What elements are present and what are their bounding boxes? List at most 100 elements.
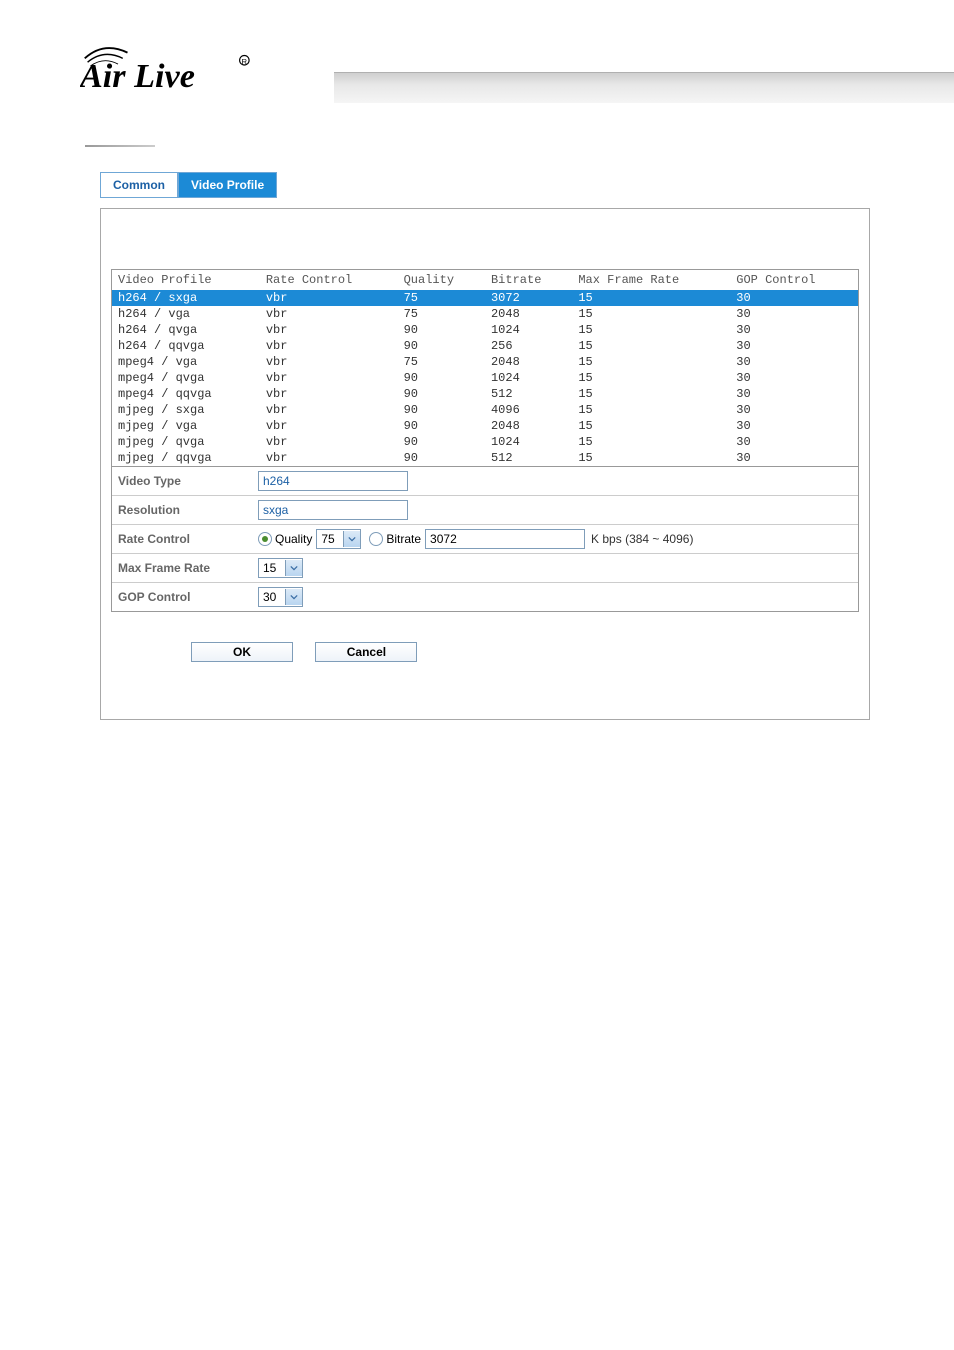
table-row[interactable]: h264 / sxgavbr7530721530 — [112, 290, 858, 306]
table-cell: 90 — [398, 370, 485, 386]
table-row[interactable]: mpeg4 / vgavbr7520481530 — [112, 354, 858, 370]
col-gop: GOP Control — [730, 270, 858, 290]
table-cell: mpeg4 / qqvga — [112, 386, 260, 402]
table-cell: vbr — [260, 290, 398, 306]
table-cell: 30 — [730, 418, 858, 434]
table-row[interactable]: h264 / qqvgavbr902561530 — [112, 338, 858, 354]
table-cell: vbr — [260, 434, 398, 450]
max-frame-label: Max Frame Rate — [118, 561, 258, 575]
quality-select-value: 75 — [317, 532, 343, 546]
table-cell: 2048 — [485, 354, 572, 370]
table-cell: 15 — [572, 290, 730, 306]
table-cell: 30 — [730, 386, 858, 402]
table-cell: 3072 — [485, 290, 572, 306]
table-cell: 90 — [398, 418, 485, 434]
bitrate-input[interactable]: 3072 — [425, 529, 585, 549]
resolution-label: Resolution — [118, 503, 258, 517]
resolution-value: sxga — [258, 500, 408, 520]
table-cell: 30 — [730, 434, 858, 450]
max-frame-select[interactable]: 15 — [258, 558, 303, 578]
cancel-button[interactable]: Cancel — [315, 642, 417, 662]
max-frame-value: 15 — [259, 561, 285, 575]
table-cell: 30 — [730, 354, 858, 370]
table-cell: 2048 — [485, 418, 572, 434]
table-row[interactable]: mjpeg / qqvgavbr905121530 — [112, 450, 858, 466]
col-profile: Video Profile — [112, 270, 260, 290]
table-row[interactable]: h264 / vgavbr7520481530 — [112, 306, 858, 322]
col-quality: Quality — [398, 270, 485, 290]
video-type-value: h264 — [258, 471, 408, 491]
table-cell: vbr — [260, 354, 398, 370]
divider-line — [85, 145, 155, 147]
table-cell: 75 — [398, 306, 485, 322]
col-bitrate: Bitrate — [485, 270, 572, 290]
table-cell: mpeg4 / vga — [112, 354, 260, 370]
gop-value: 30 — [259, 590, 285, 604]
table-cell: 15 — [572, 434, 730, 450]
video-profile-table: Video Profile Rate Control Quality Bitra… — [112, 270, 858, 466]
table-cell: 512 — [485, 450, 572, 466]
table-cell: vbr — [260, 322, 398, 338]
table-cell: 90 — [398, 338, 485, 354]
quality-select[interactable]: 75 — [316, 529, 361, 549]
table-cell: 15 — [572, 338, 730, 354]
table-cell: 75 — [398, 290, 485, 306]
col-max-frame: Max Frame Rate — [572, 270, 730, 290]
table-cell: vbr — [260, 402, 398, 418]
radio-bitrate-icon — [369, 532, 383, 546]
table-cell: 30 — [730, 322, 858, 338]
table-cell: 15 — [572, 370, 730, 386]
bitrate-radio[interactable]: Bitrate — [369, 532, 421, 546]
table-row[interactable]: mjpeg / vgavbr9020481530 — [112, 418, 858, 434]
chevron-down-icon — [343, 531, 360, 547]
bitrate-radio-label: Bitrate — [386, 532, 421, 546]
table-cell: vbr — [260, 338, 398, 354]
table-cell: 90 — [398, 386, 485, 402]
table-cell: h264 / vga — [112, 306, 260, 322]
table-cell: mjpeg / vga — [112, 418, 260, 434]
table-row[interactable]: mjpeg / sxgavbr9040961530 — [112, 402, 858, 418]
tab-video-profile[interactable]: Video Profile — [178, 172, 277, 198]
chevron-down-icon — [285, 560, 302, 576]
table-row[interactable]: mjpeg / qvgavbr9010241530 — [112, 434, 858, 450]
table-row[interactable]: h264 / qvgavbr9010241530 — [112, 322, 858, 338]
table-cell: mjpeg / qqvga — [112, 450, 260, 466]
table-cell: 256 — [485, 338, 572, 354]
table-cell: 30 — [730, 402, 858, 418]
table-cell: mjpeg / sxga — [112, 402, 260, 418]
table-cell: 1024 — [485, 322, 572, 338]
table-cell: h264 / sxga — [112, 290, 260, 306]
table-cell: 30 — [730, 338, 858, 354]
table-cell: vbr — [260, 370, 398, 386]
table-cell: 15 — [572, 354, 730, 370]
ok-button[interactable]: OK — [191, 642, 293, 662]
settings-panel: Video Profile Rate Control Quality Bitra… — [100, 208, 870, 720]
svg-text:Air Live: Air Live — [80, 58, 195, 95]
gop-select[interactable]: 30 — [258, 587, 303, 607]
radio-quality-icon — [258, 532, 272, 546]
table-cell: 30 — [730, 450, 858, 466]
table-cell: 15 — [572, 402, 730, 418]
table-cell: h264 / qqvga — [112, 338, 260, 354]
profile-box: Video Profile Rate Control Quality Bitra… — [111, 269, 859, 612]
table-cell: 15 — [572, 450, 730, 466]
table-row[interactable]: mpeg4 / qqvgavbr905121530 — [112, 386, 858, 402]
table-cell: 15 — [572, 418, 730, 434]
tab-common[interactable]: Common — [100, 172, 178, 198]
table-cell: vbr — [260, 306, 398, 322]
table-cell: 15 — [572, 322, 730, 338]
table-cell: mjpeg / qvga — [112, 434, 260, 450]
bitrate-range-note: K bps (384 ~ 4096) — [591, 532, 693, 546]
table-cell: 4096 — [485, 402, 572, 418]
col-rate-control: Rate Control — [260, 270, 398, 290]
tab-bar: Common Video Profile — [100, 172, 870, 198]
video-type-label: Video Type — [118, 474, 258, 488]
table-cell: 75 — [398, 354, 485, 370]
table-row[interactable]: mpeg4 / qvgavbr9010241530 — [112, 370, 858, 386]
quality-radio-label: Quality — [275, 532, 312, 546]
header-decoration — [334, 72, 954, 103]
table-cell: 90 — [398, 402, 485, 418]
table-cell: 15 — [572, 386, 730, 402]
table-cell: vbr — [260, 386, 398, 402]
quality-radio[interactable]: Quality — [258, 532, 312, 546]
